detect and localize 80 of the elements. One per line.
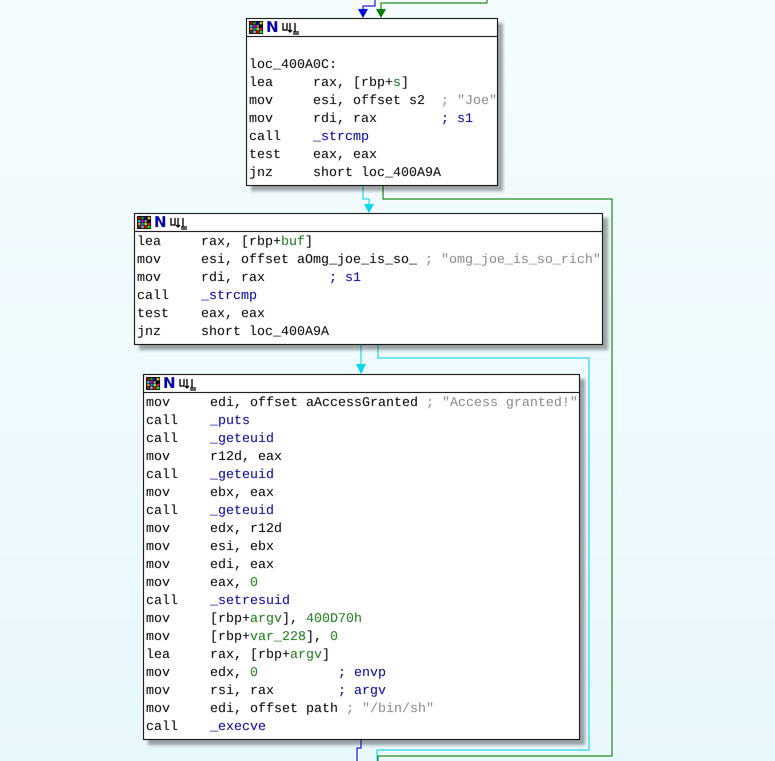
operand: edi, offset aAccessGranted — [210, 395, 418, 413]
operand: _setresuid — [210, 593, 290, 611]
mnemonic: call — [146, 431, 179, 449]
name-glyph: N — [266, 20, 279, 35]
code-label: loc_400A0C: — [249, 57, 337, 75]
operand: rsi, rax — [210, 683, 274, 701]
operand: eax, eax — [313, 147, 377, 165]
operand: _geteuid — [210, 503, 274, 521]
mnemonic: mov — [146, 665, 171, 683]
operand: _strcmp — [201, 288, 257, 306]
comment: ; s1 — [441, 111, 473, 129]
operand: short loc_400A9A — [313, 165, 441, 183]
mnemonic: call — [146, 719, 179, 737]
operand: [rbp+argv], 400D70h — [210, 611, 362, 629]
mnemonic: call — [146, 413, 179, 431]
comment: ; "Access granted!" — [426, 395, 578, 413]
operand: rax, [rbp+buf] — [201, 234, 313, 252]
mnemonic: mov — [146, 701, 171, 719]
operand: esi, offset s2 — [313, 93, 425, 111]
mnemonic: mov — [146, 485, 171, 503]
color-grid-icon — [146, 377, 160, 390]
mnemonic: mov — [249, 111, 274, 129]
branch-line — [356, 738, 362, 761]
mnemonic: test — [249, 147, 282, 165]
operand: esi, offset aOmg_joe_is_so_ — [201, 252, 417, 270]
mnemonic: call — [146, 593, 179, 611]
operand: edx, r12d — [210, 521, 282, 539]
mnemonic: lea — [146, 647, 171, 665]
branch-arrow — [356, 344, 366, 374]
comment: ; argv — [338, 683, 386, 701]
name-glyph: N — [163, 376, 176, 391]
operand: ebx, eax — [210, 485, 274, 503]
operand: _execve — [210, 719, 266, 737]
mnemonic: mov — [146, 575, 171, 593]
mnemonic: mov — [249, 93, 274, 111]
mnemonic: lea — [249, 75, 274, 93]
operand: _geteuid — [210, 431, 274, 449]
comment: ; "Joe" — [440, 93, 497, 111]
operand: edi, offset path — [210, 701, 338, 719]
mnemonic: call — [137, 288, 170, 306]
mnemonic: mov — [146, 629, 171, 647]
mnemonic: mov — [137, 252, 162, 270]
operand: r12d, eax — [210, 449, 282, 467]
mnemonic: test — [137, 306, 170, 324]
mnemonic: mov — [146, 521, 171, 539]
comment: ; envp — [338, 665, 386, 683]
mnemonic: call — [146, 503, 179, 521]
mnemonic: jnz — [249, 165, 274, 183]
mnemonic: mov — [146, 683, 171, 701]
operand: eax, eax — [201, 306, 265, 324]
mnemonic: mov — [146, 449, 171, 467]
name-glyph: N — [154, 215, 167, 230]
operand: [rbp+var_228], 0 — [210, 629, 338, 647]
operand: _puts — [210, 413, 250, 431]
operand: eax, 0 — [210, 575, 258, 593]
operand: esi, ebx — [210, 539, 274, 557]
mnemonic: call — [146, 467, 179, 485]
operand: rax, [rbp+s] — [313, 75, 409, 93]
operand: rax, [rbp+argv] — [210, 647, 330, 665]
mnemonic: call — [249, 129, 282, 147]
mnemonic: jnz — [137, 324, 162, 342]
comment: ; "omg_joe_is_so_rich" — [424, 252, 601, 270]
mnemonic: mov — [146, 395, 171, 413]
operand: _strcmp — [313, 129, 369, 147]
operand: short loc_400A9A — [201, 324, 329, 342]
operand: _geteuid — [210, 467, 274, 485]
operand: edi, eax — [210, 557, 274, 575]
operand: rdi, rax — [313, 111, 377, 129]
color-grid-icon — [137, 216, 151, 229]
branch-arrow — [362, 184, 374, 213]
comment: ; s1 — [329, 270, 361, 288]
operand: edx, 0 — [210, 665, 258, 683]
comment: ; "/bin/sh" — [346, 701, 434, 719]
operand: rdi, rax — [201, 270, 265, 288]
mnemonic: mov — [146, 539, 171, 557]
mnemonic: mov — [146, 557, 171, 575]
mnemonic: lea — [137, 234, 162, 252]
mnemonic: mov — [146, 611, 171, 629]
mnemonic: mov — [137, 270, 162, 288]
color-grid-icon — [249, 21, 263, 34]
